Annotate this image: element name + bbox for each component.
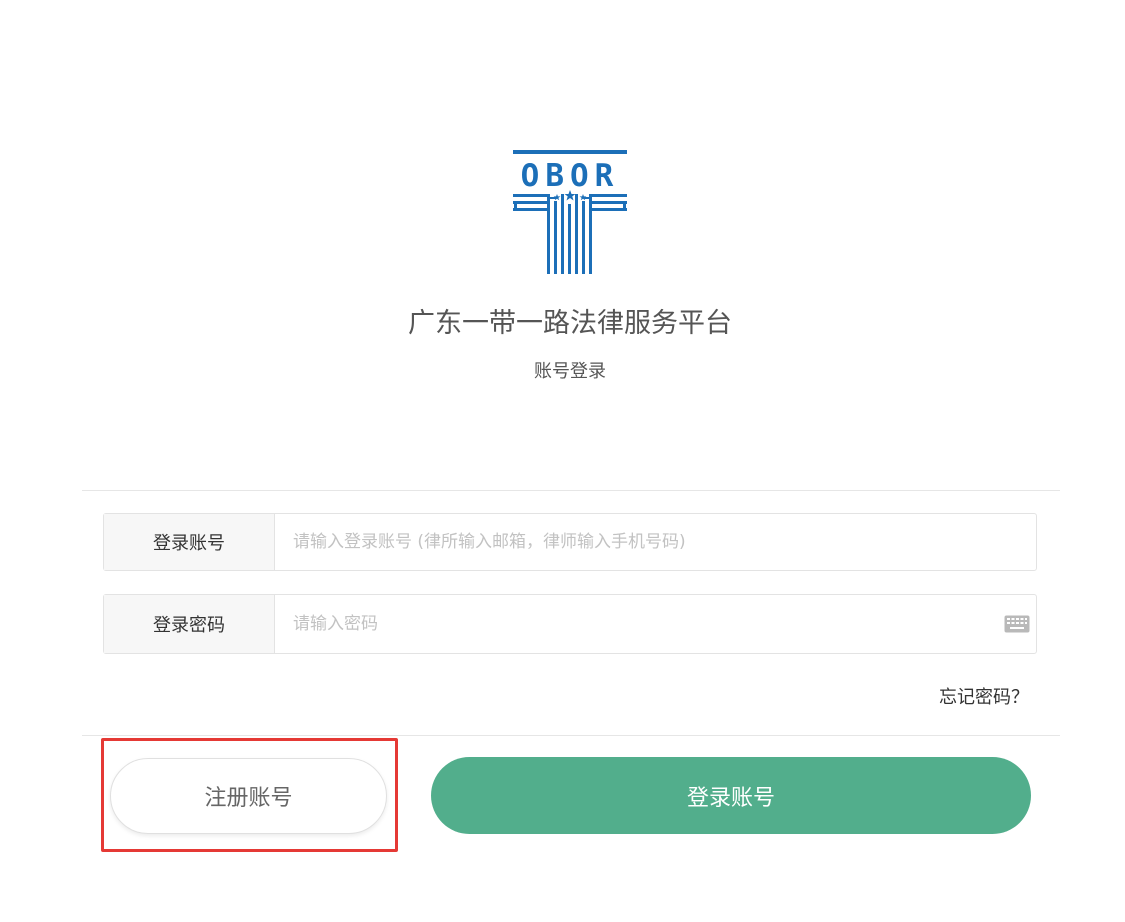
- keyboard-icon[interactable]: [1004, 615, 1030, 633]
- password-field: 登录密码: [103, 594, 1037, 654]
- account-label: 登录账号: [104, 514, 275, 570]
- forgot-password-link[interactable]: 忘记密码？: [939, 683, 1029, 709]
- login-button[interactable]: 登录账号: [431, 757, 1031, 834]
- site-title: 广东一带一路法律服务平台: [408, 308, 732, 339]
- logo-text: OBOR: [521, 158, 620, 194]
- divider: [82, 490, 1060, 491]
- register-button[interactable]: 注册账号: [110, 758, 387, 834]
- login-subtitle: 账号登录: [534, 361, 606, 382]
- account-input[interactable]: [275, 514, 1036, 570]
- obor-logo: OBOR: [513, 150, 627, 274]
- account-field: 登录账号: [103, 513, 1037, 571]
- password-label: 登录密码: [104, 595, 275, 653]
- divider: [82, 735, 1060, 736]
- password-input[interactable]: [275, 595, 1004, 653]
